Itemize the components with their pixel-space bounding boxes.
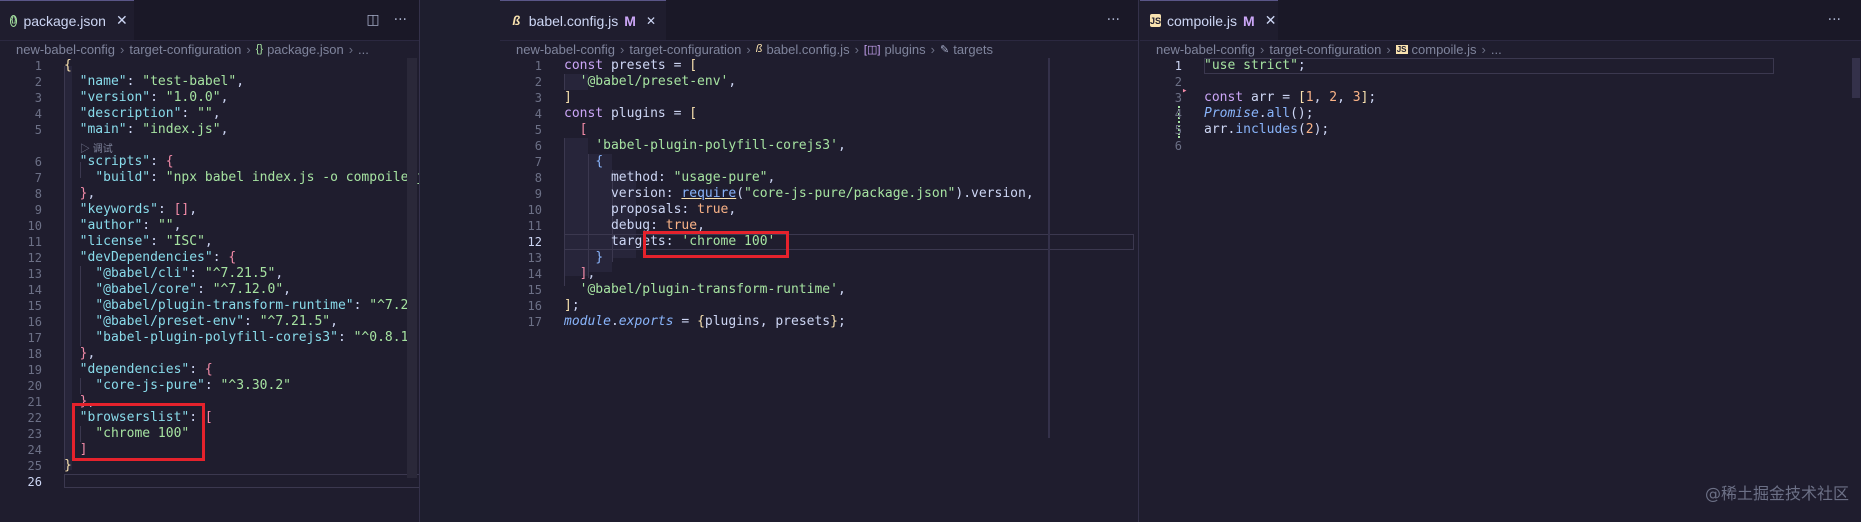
tab-label: compoile.js	[1167, 12, 1238, 29]
tab-bar: {} package.json ✕ ◫ ···	[0, 0, 419, 41]
debug-codelens[interactable]: ▷ 调试	[80, 140, 113, 155]
breadcrumb-item[interactable]: target-configuration	[129, 42, 241, 57]
scrollbar[interactable]	[1048, 58, 1050, 438]
tab-babel-config[interactable]: ß babel.config.js M ✕	[500, 0, 666, 40]
modified-badge: M	[1243, 12, 1255, 29]
breadcrumb-item[interactable]: target-configuration	[1269, 42, 1381, 57]
breadcrumb-item[interactable]: new-babel-config	[1156, 42, 1255, 57]
array-icon: [◫]	[863, 43, 881, 56]
scrollbar[interactable]	[407, 58, 417, 478]
tab-label: package.json	[23, 12, 106, 29]
breadcrumb: new-babel-config › target-configuration › …	[516, 41, 993, 57]
json-file-icon: {}	[10, 14, 18, 27]
js-file-icon: JS	[1150, 14, 1162, 27]
tab-label: babel.config.js	[528, 12, 619, 29]
breadcrumb-item[interactable]: target-configuration	[629, 42, 741, 57]
more-actions-icon[interactable]: ···	[394, 12, 407, 28]
more-actions-icon[interactable]: ···	[1828, 12, 1841, 28]
breadcrumb-item[interactable]: new-babel-config	[516, 42, 615, 57]
highlight-box-targets	[643, 231, 789, 258]
split-editor-icon[interactable]: ◫	[366, 12, 379, 28]
js-file-icon: JS	[1395, 44, 1408, 54]
editor-window: {} package.json ✕ ◫ ··· new-babel-config…	[0, 0, 1861, 522]
breadcrumb-item[interactable]: ...	[358, 42, 369, 57]
breadcrumb-item[interactable]: babel.config.js	[766, 42, 849, 57]
tab-actions: ···	[1814, 0, 1841, 40]
tab-bar: JS compoile.js M ✕ ···	[1140, 0, 1861, 41]
highlight-box-browserslist	[72, 403, 205, 461]
wrench-icon: ✎	[939, 43, 950, 56]
close-icon[interactable]: ✕	[116, 13, 128, 29]
breadcrumb: new-babel-config › target-configuration › …	[16, 41, 369, 57]
git-deleted-marker-icon: ▸	[1182, 86, 1188, 96]
editor-pane-babel-config: ß babel.config.js M ✕ ··· new-babel-conf…	[500, 0, 1138, 522]
breadcrumb-item[interactable]: package.json	[267, 42, 344, 57]
editor-pane-compoile-js: JS compoile.js M ✕ ··· new-babel-config ›…	[1140, 0, 1861, 522]
breadcrumb-item[interactable]: new-babel-config	[16, 42, 115, 57]
tab-package-json[interactable]: {} package.json ✕	[0, 0, 134, 40]
breadcrumb-item[interactable]: targets	[953, 42, 993, 57]
scrollbar[interactable]	[1852, 58, 1860, 98]
json-file-icon: {}	[255, 43, 264, 55]
tab-actions: ◫ ···	[352, 0, 407, 40]
breadcrumb-item[interactable]: compoile.js	[1412, 42, 1477, 57]
tab-actions: ···	[1093, 0, 1120, 40]
editor-pane-package-json: {} package.json ✕ ◫ ··· new-babel-config…	[0, 0, 419, 522]
breadcrumb-item[interactable]: ...	[1491, 42, 1502, 57]
current-line-highlight	[64, 474, 419, 488]
more-actions-icon[interactable]: ···	[1107, 12, 1120, 28]
tab-compoile-js[interactable]: JS compoile.js M ✕	[1140, 0, 1278, 40]
watermark: @稀土掘金技术社区	[1704, 484, 1849, 503]
breadcrumb: new-babel-config › target-configuration › …	[1156, 41, 1502, 57]
tab-bar: ß babel.config.js M ✕ ···	[500, 0, 1138, 41]
close-icon[interactable]: ✕	[1265, 13, 1277, 29]
babel-file-icon: ß	[512, 13, 521, 28]
modified-badge: M	[624, 12, 636, 29]
babel-file-icon: ß	[755, 43, 763, 55]
close-icon[interactable]: ✕	[646, 14, 656, 28]
breadcrumb-item[interactable]: plugins	[884, 42, 925, 57]
